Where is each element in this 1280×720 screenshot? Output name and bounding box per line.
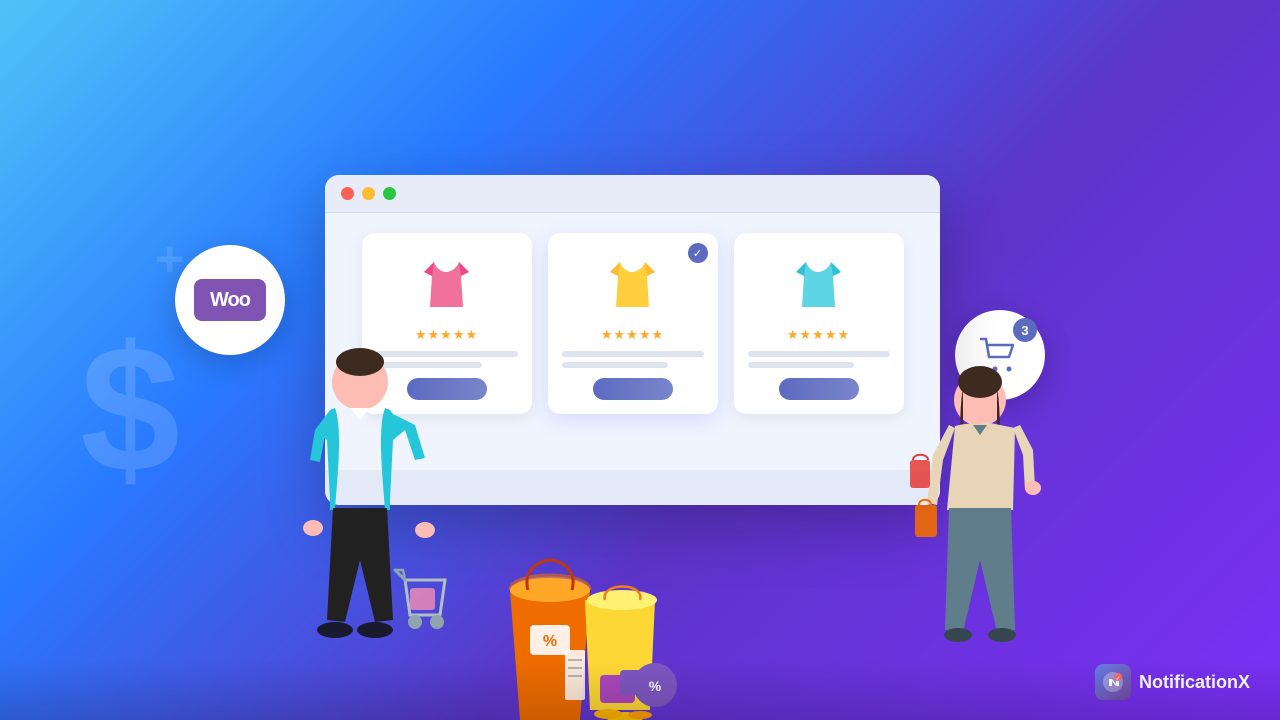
product-shirt-1 bbox=[412, 249, 482, 319]
woo-badge: Woo bbox=[175, 245, 285, 355]
product-shirt-3 bbox=[784, 249, 854, 319]
product-btn-2[interactable] bbox=[593, 378, 673, 400]
product-card-2[interactable]: ✓ ★★★★★ bbox=[548, 233, 718, 414]
product-card-3[interactable]: ★★★★★ bbox=[734, 233, 904, 414]
product-lines-2 bbox=[562, 351, 704, 368]
product-btn-3[interactable] bbox=[779, 378, 859, 400]
dollar-watermark: $ bbox=[80, 320, 180, 500]
browser-dot-red bbox=[341, 187, 354, 200]
product-stars-2: ★★★★★ bbox=[601, 327, 664, 343]
check-badge: ✓ bbox=[688, 243, 708, 263]
ground-shadow bbox=[0, 660, 1280, 720]
woo-logo: Woo bbox=[194, 279, 266, 321]
cart-count: 3 bbox=[1013, 318, 1037, 342]
product-stars-3: ★★★★★ bbox=[787, 327, 850, 343]
product-lines-3 bbox=[748, 351, 890, 368]
browser-dot-yellow bbox=[362, 187, 375, 200]
product-shirt-2 bbox=[598, 249, 668, 319]
main-background: $ + Woo 3 bbox=[0, 0, 1280, 720]
svg-text:%: % bbox=[543, 633, 557, 650]
browser-dot-green bbox=[383, 187, 396, 200]
browser-topbar bbox=[325, 175, 940, 213]
